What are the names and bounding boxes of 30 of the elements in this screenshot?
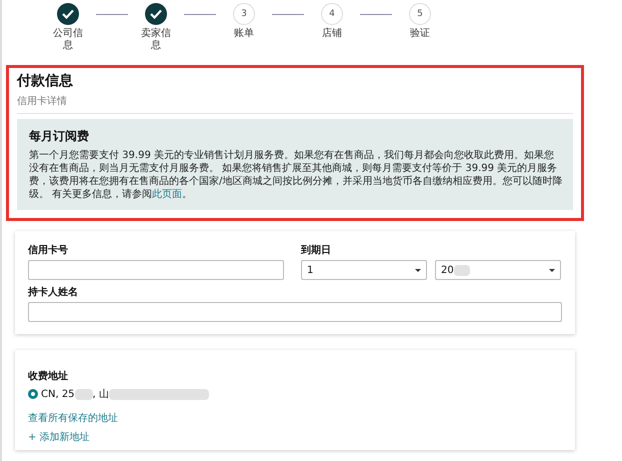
year-select[interactable]: 20	[435, 260, 561, 280]
address-text: , 山	[92, 388, 109, 401]
notice-text: 第一个月您需要支付 39.99 美元的专业销售计划月服务费。如果您有在售商品，我们每月都会向您收取此费用。如果您没有在售商品，则当月无需支付月服务费。 如果您将销售扩展至其他商城，则每月需要支付等价于 39.99 美元的月服务费，该费用将在您拥有在售商品的各个国家/地区商城之间按比例分摊，并采用当地货币各自缴纳相应费用。您可以随时降级。 有关更多信息，请参阅此页面。	[29, 149, 563, 201]
field-label: 到期日	[301, 244, 332, 257]
section-subtitle: 信用卡详情	[17, 94, 573, 114]
step-label: 卖家信息	[140, 28, 172, 52]
address-radio[interactable]	[28, 389, 38, 399]
section-title: 付款信息	[17, 72, 74, 90]
page-link[interactable]: 此页面	[152, 189, 182, 200]
step-number: 5	[409, 3, 431, 25]
address-link[interactable]: + 添加新地址	[28, 430, 90, 444]
card-number-field[interactable]	[28, 260, 284, 280]
field-label: 持卡人姓名	[28, 286, 79, 299]
redaction-mark	[74, 388, 93, 400]
step-label: 账单	[233, 28, 255, 40]
cardholder-name-field[interactable]	[28, 302, 562, 322]
address-link[interactable]: 查看所有保存的地址	[28, 411, 118, 425]
step-number: 4	[321, 3, 343, 25]
month-select[interactable]: 1	[301, 260, 427, 280]
caret-icon	[415, 268, 421, 272]
redaction-mark	[454, 264, 470, 276]
field-label: 收费地址	[28, 371, 68, 382]
step-label: 公司信息	[52, 28, 84, 52]
caret-icon	[549, 268, 555, 272]
field-label: 信用卡号	[28, 244, 69, 257]
step-label: 店铺	[321, 28, 343, 40]
address-text: CN, 25	[41, 388, 75, 400]
notice-title: 每月订阅费	[29, 128, 90, 145]
step-label: 验证	[409, 28, 431, 40]
step-number: 3	[233, 3, 255, 25]
